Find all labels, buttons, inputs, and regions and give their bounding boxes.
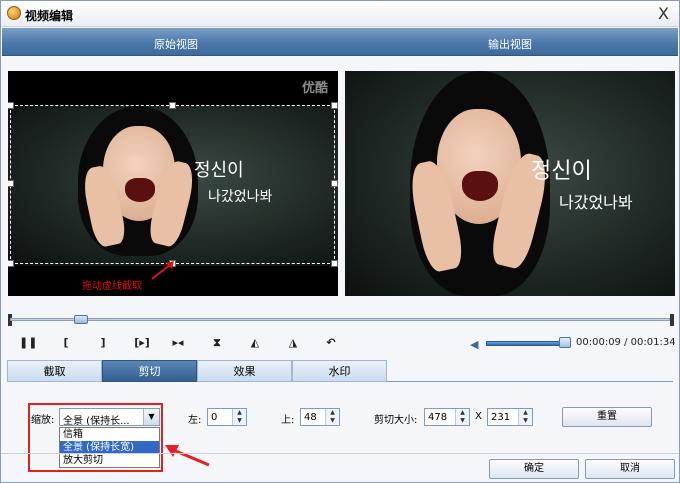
playback-controls: ❚❚ [ ] [▸] ▸◂ ⧗ ◭ ◮ ↶ ◀ 00:00:09 / 00:01… (1, 333, 679, 355)
output-view-label: 输出视图 (488, 38, 532, 51)
crop-handle-bottom-right[interactable] (331, 260, 338, 267)
left-offset-spinner[interactable]: 0 ▲ ▼ (207, 408, 247, 426)
close-icon[interactable]: X (658, 4, 669, 23)
caption-line1: 정신이 (531, 159, 592, 184)
spinner-arrows-icon[interactable]: ▲ ▼ (518, 409, 532, 425)
video-edit-window: 视频编辑 X 原始视图 输出视图 优酷 정신이 나갔었나봐 拖动虚线截取 정신이… (0, 0, 680, 483)
original-view-label: 原始视图 (154, 38, 198, 51)
crop-handle-top-left[interactable] (8, 102, 14, 109)
original-preview: 优酷 정신이 나갔었나봐 拖动虚线截取 (8, 71, 338, 296)
output-preview: 정신이 나갔었나봐 (345, 71, 675, 296)
watermark-text: 优酷 (301, 81, 328, 96)
cancel-button[interactable]: 取消 (585, 459, 675, 479)
ok-button[interactable]: 确定 (489, 459, 579, 479)
drag-hint-text: 拖动虚线截取 (82, 281, 142, 292)
edit-tabs: 截取 剪切 效果 水印 (7, 360, 673, 382)
reset-button[interactable]: 重置 (562, 407, 652, 427)
crop-handle-right[interactable] (331, 180, 338, 187)
rotate-right-icon[interactable]: ◮ (284, 336, 302, 352)
time-readout: 00:00:09 / 00:01:34 (576, 337, 676, 348)
tab-effects[interactable]: 效果 (197, 360, 292, 382)
crop-size-label: 剪切大小: (374, 415, 418, 426)
top-offset-spinner[interactable]: 48 ▲ ▼ (300, 408, 340, 426)
footer-divider (1, 453, 679, 454)
timeline-end-marker (670, 314, 674, 326)
app-icon (7, 6, 21, 20)
left-offset-value: 0 (211, 412, 218, 423)
spinner-arrows-icon[interactable]: ▲ ▼ (325, 409, 339, 425)
timeline-slider[interactable] (8, 314, 674, 326)
view-header-bar: 原始视图 输出视图 (2, 28, 678, 56)
rotate-left-icon[interactable]: ◭ (246, 336, 264, 352)
pause-icon[interactable]: ❚❚ (19, 336, 37, 352)
tab-watermark[interactable]: 水印 (292, 360, 387, 382)
top-offset-value: 48 (304, 412, 317, 423)
next-frame-icon[interactable]: [▸] (129, 336, 155, 352)
spinner-arrows-icon[interactable]: ▲ ▼ (232, 409, 246, 425)
crop-handle-top-right[interactable] (331, 102, 338, 109)
crop-handle-bottom-left[interactable] (8, 260, 14, 267)
crop-handle-top[interactable] (169, 102, 176, 109)
mouth-shape (462, 171, 498, 201)
drag-hint-arrow-icon (151, 261, 174, 280)
crop-handle-left[interactable] (8, 180, 14, 187)
crop-height-value: 231 (491, 412, 511, 423)
flip-vertical-icon[interactable]: ⧗ (208, 336, 226, 352)
crop-width-value: 478 (428, 412, 448, 423)
mark-out-icon[interactable]: ] (94, 336, 112, 352)
video-frame-output: 정신이 나갔었나봐 (345, 71, 675, 296)
timeline-track[interactable] (10, 318, 670, 321)
annotation-arrow-icon (165, 445, 210, 467)
window-title: 视频编辑 (25, 9, 74, 23)
skip-icon[interactable]: ▸◂ (169, 336, 187, 352)
crop-rectangle[interactable] (8, 102, 338, 267)
timeline-thumb[interactable] (74, 315, 88, 324)
volume-slider[interactable] (486, 341, 566, 346)
annotation-highlight-box (28, 403, 163, 472)
caption-line2: 나갔었나봐 (559, 193, 633, 212)
volume-thumb[interactable] (559, 337, 571, 348)
crop-width-spinner[interactable]: 478 ▲ ▼ (424, 408, 470, 426)
mark-in-icon[interactable]: [ (57, 336, 75, 352)
crop-height-spinner[interactable]: 231 ▲ ▼ (487, 408, 533, 426)
volume-icon[interactable]: ◀ (470, 338, 482, 351)
tab-crop[interactable]: 剪切 (102, 360, 197, 382)
top-label: 上: (281, 415, 295, 426)
undo-icon[interactable]: ↶ (322, 336, 340, 352)
title-bar: 视频编辑 X (1, 1, 679, 27)
left-label: 左: (188, 415, 202, 426)
tab-trim[interactable]: 截取 (7, 360, 102, 382)
times-label: X (475, 411, 482, 422)
spinner-arrows-icon[interactable]: ▲ ▼ (455, 409, 469, 425)
